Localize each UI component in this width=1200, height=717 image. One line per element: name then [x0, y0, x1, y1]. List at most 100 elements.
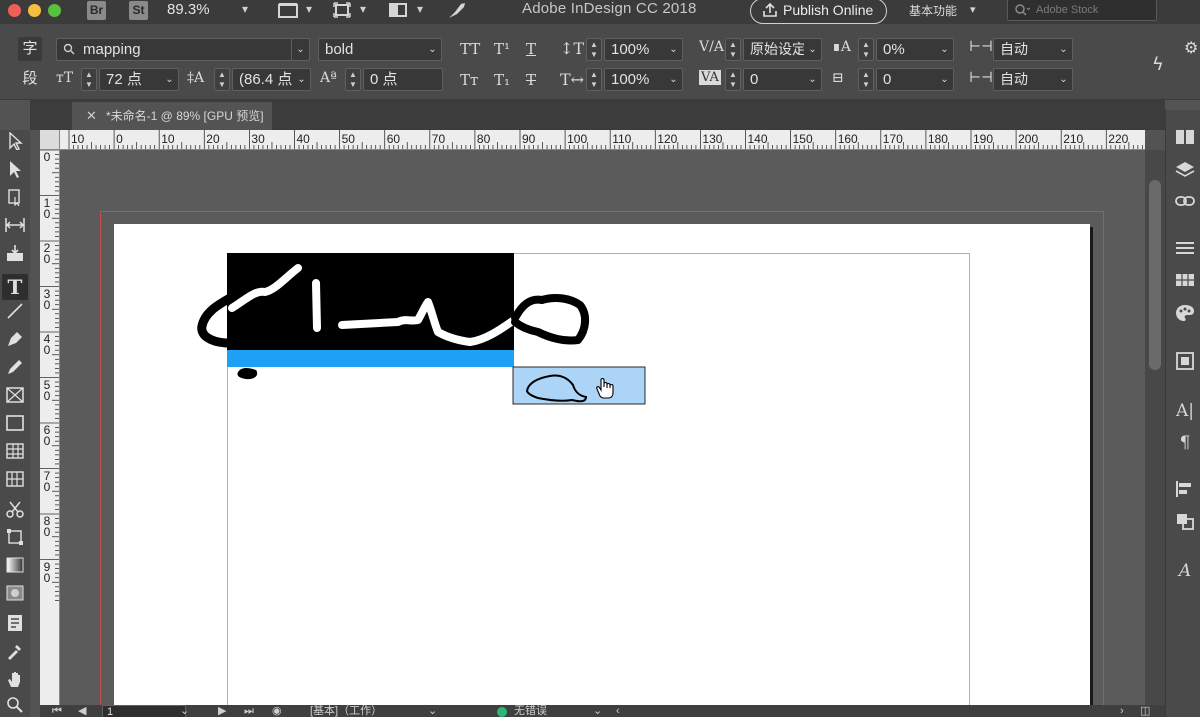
scrollbar-thumb[interactable]: [1149, 180, 1161, 370]
char-after-space-dropdown[interactable]: ⌄: [1055, 68, 1073, 91]
aki-dropdown[interactable]: ⌄: [936, 68, 954, 91]
kerning-field[interactable]: 原始设定: [743, 38, 805, 61]
selection-tool-icon[interactable]: [2, 131, 28, 158]
pages-panel-icon[interactable]: [1174, 128, 1196, 150]
strikethrough-button[interactable]: T: [526, 71, 536, 89]
scissors-tool-icon[interactable]: [2, 500, 28, 526]
split-window-icon[interactable]: ◫: [1140, 705, 1150, 717]
type-tool-icon[interactable]: T: [2, 274, 28, 300]
horizontal-ruler[interactable]: 10 0 10 20 30 40 50 60 70 80 90 100 110 120 130 140 150 1…: [40, 130, 1145, 150]
screen-mode-icon[interactable]: [333, 2, 351, 21]
subscript-button[interactable]: T₁: [494, 71, 510, 89]
publish-rocket-icon[interactable]: [447, 2, 467, 23]
char-before-space-field[interactable]: 自动: [993, 38, 1057, 61]
arrange-documents-icon[interactable]: [388, 2, 408, 21]
open-page-icon[interactable]: ◉: [272, 705, 282, 717]
document-tab[interactable]: ✕ *未命名-1 @ 89% [GPU 预览]: [72, 102, 272, 130]
page-tool-icon[interactable]: [2, 188, 28, 214]
first-page-icon[interactable]: ⏮: [52, 705, 62, 717]
minimize-window-button[interactable]: [28, 4, 41, 17]
horizontal-scale-field[interactable]: 100%: [604, 68, 666, 91]
close-window-button[interactable]: [8, 4, 21, 17]
paragraph-mode-button[interactable]: 段: [18, 67, 42, 91]
free-transform-tool-icon[interactable]: [2, 528, 28, 554]
pencil-tool-icon[interactable]: [2, 358, 28, 384]
kerning-dropdown[interactable]: ⌄: [804, 38, 822, 61]
all-caps-button[interactable]: TT: [460, 40, 480, 58]
chevron-down-icon[interactable]: ▾: [306, 2, 312, 16]
font-size-dropdown[interactable]: ⌄: [161, 68, 179, 91]
previous-page-icon[interactable]: ◀: [78, 705, 86, 717]
aki-field[interactable]: 0: [876, 68, 938, 91]
gradient-feather-tool-icon[interactable]: [2, 584, 28, 610]
vertical-scale-stepper[interactable]: ▲ ▼: [586, 38, 602, 61]
stock-button[interactable]: St: [129, 1, 148, 20]
pathfinder-panel-icon[interactable]: [1174, 512, 1196, 534]
paragraph-panel-icon[interactable]: ¶: [1174, 432, 1196, 454]
font-style-dropdown[interactable]: ⌄: [424, 38, 442, 61]
bridge-button[interactable]: Br: [87, 1, 106, 20]
vertical-scale-field[interactable]: 100%: [604, 38, 666, 61]
next-page-icon[interactable]: ▶: [218, 705, 226, 717]
stock-search-input[interactable]: Adobe Stock: [1007, 0, 1157, 21]
chevron-down-icon[interactable]: ⌄: [180, 705, 189, 717]
layers-panel-icon[interactable]: [1174, 160, 1196, 182]
character-panel-icon[interactable]: A|: [1174, 400, 1196, 422]
horizontal-scale-stepper[interactable]: ▲ ▼: [586, 68, 602, 91]
baseline-shift-stepper[interactable]: ▲ ▼: [345, 68, 361, 91]
page-number-field[interactable]: 1: [102, 705, 186, 717]
font-family-dropdown[interactable]: ⌄: [292, 38, 310, 61]
line-tool-icon[interactable]: [2, 302, 28, 328]
character-mode-button[interactable]: 字: [18, 37, 42, 61]
char-after-space-field[interactable]: 自动: [993, 68, 1057, 91]
chevron-down-icon[interactable]: ⌄: [428, 705, 437, 717]
char-before-space-dropdown[interactable]: ⌄: [1055, 38, 1073, 61]
preflight-label[interactable]: 无错误: [514, 705, 547, 717]
tsume-stepper[interactable]: ▲ ▼: [858, 38, 874, 61]
kerning-stepper[interactable]: ▲ ▼: [725, 38, 741, 61]
pasteboard[interactable]: [60, 150, 1145, 705]
vertical-scale-dropdown[interactable]: ⌄: [665, 38, 683, 61]
baseline-shift-field[interactable]: 0 点: [363, 68, 443, 91]
tsume-field[interactable]: 0%: [876, 38, 938, 61]
chevron-down-icon[interactable]: ▾: [242, 2, 248, 16]
gear-icon[interactable]: ⚙: [1184, 38, 1198, 57]
vertical-ruler[interactable]: 0 10 20 30 40 50 60 70 80 90: [40, 150, 60, 710]
chevron-down-icon[interactable]: ▾: [360, 2, 366, 16]
pen-tool-icon[interactable]: [2, 330, 28, 356]
quick-apply-icon[interactable]: ϟ: [1152, 54, 1164, 75]
superscript-button[interactable]: T¹: [494, 40, 510, 58]
rectangle-tool-icon[interactable]: [2, 414, 28, 440]
view-options-icon[interactable]: [278, 2, 298, 21]
content-collector-tool-icon[interactable]: [2, 244, 28, 270]
eyedropper-tool-icon[interactable]: [2, 642, 28, 668]
tracking-field[interactable]: 0: [743, 68, 805, 91]
maximize-window-button[interactable]: [48, 4, 61, 17]
font-size-stepper[interactable]: ▲ ▼: [81, 68, 97, 91]
profile-label[interactable]: [基本]（工作）: [310, 705, 382, 717]
font-style-field[interactable]: bold: [318, 38, 426, 61]
links-panel-icon[interactable]: [1174, 192, 1196, 214]
scroll-left-icon[interactable]: ‹: [616, 705, 620, 717]
small-caps-button[interactable]: Tᴛ: [460, 71, 478, 89]
scroll-right-icon[interactable]: ›: [1120, 705, 1124, 717]
gradient-swatch-tool-icon[interactable]: [2, 556, 28, 582]
gap-tool-icon[interactable]: [2, 216, 28, 242]
table-tool-icon[interactable]: [2, 442, 28, 468]
glyphs-panel-icon[interactable]: A: [1174, 560, 1196, 582]
underline-button[interactable]: T: [526, 40, 536, 58]
publish-online-button[interactable]: Publish Online: [750, 0, 887, 24]
font-family-field[interactable]: mapping: [56, 38, 292, 61]
hand-tool-icon[interactable]: [2, 670, 28, 696]
linked-text-frame[interactable]: [512, 366, 646, 405]
stroke-panel-icon[interactable]: [1174, 240, 1196, 262]
text-frame[interactable]: [227, 253, 514, 350]
chevron-down-icon[interactable]: ▾: [417, 2, 423, 16]
cc-libraries-panel-icon[interactable]: [1174, 352, 1196, 374]
direct-selection-tool-icon[interactable]: [2, 160, 28, 186]
align-panel-icon[interactable]: [1174, 480, 1196, 502]
rectangle-frame-tool-icon[interactable]: [2, 386, 28, 412]
color-panel-icon[interactable]: [1174, 304, 1196, 326]
close-icon[interactable]: ✕: [86, 102, 97, 130]
tracking-stepper[interactable]: ▲ ▼: [725, 68, 741, 91]
